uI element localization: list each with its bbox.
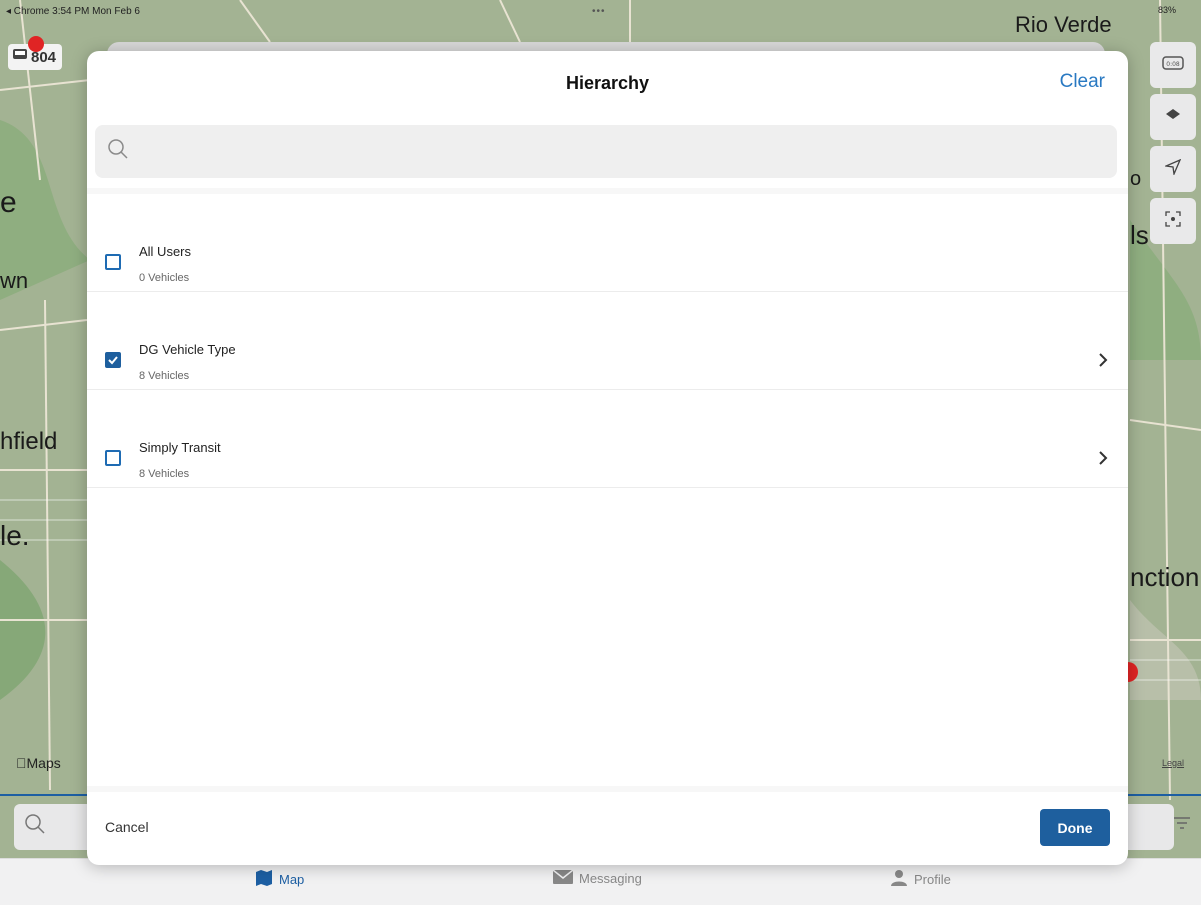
clear-button[interactable]: Clear xyxy=(1060,71,1105,93)
tab-map-label: Map xyxy=(279,872,305,887)
map-label-wn: wn xyxy=(0,268,29,293)
status-time: ◂ Chrome 3:54 PM Mon Feb 6 xyxy=(6,6,140,17)
timer-icon: 0:08 xyxy=(1161,54,1185,77)
search-icon xyxy=(107,138,129,165)
timer-button[interactable]: 0:08 xyxy=(1150,42,1196,88)
item-count: 8 Vehicles xyxy=(139,468,190,480)
checkbox-simply-transit[interactable] xyxy=(105,450,121,466)
list-item[interactable]: DG Vehicle Type 8 Vehicles xyxy=(87,292,1128,390)
alert-dot xyxy=(28,36,44,52)
locate-button[interactable] xyxy=(1150,146,1196,192)
hierarchy-search[interactable] xyxy=(95,125,1117,178)
tab-messaging[interactable]: Messaging xyxy=(552,869,642,887)
map-label-nction: nction xyxy=(1130,562,1200,592)
sheet-title: Hierarchy xyxy=(565,73,650,93)
search-icon xyxy=(24,813,46,840)
location-arrow-icon xyxy=(1163,158,1182,180)
item-count: 8 Vehicles xyxy=(139,370,190,382)
layers-icon xyxy=(1165,107,1181,128)
layers-button[interactable] xyxy=(1150,94,1196,140)
item-name: DG Vehicle Type xyxy=(139,342,236,357)
checkbox-dg-vehicle-type[interactable] xyxy=(105,352,121,368)
item-name: Simply Transit xyxy=(139,440,221,455)
map-icon xyxy=(255,870,273,889)
map-label-o: o xyxy=(1130,168,1142,190)
map-label-le: le. xyxy=(0,520,30,551)
tab-messaging-label: Messaging xyxy=(579,871,642,886)
maps-attribution: Maps xyxy=(16,755,61,771)
map-label-hfield: hfield xyxy=(0,428,58,455)
focus-icon xyxy=(1165,210,1181,232)
filter-icon[interactable] xyxy=(1172,815,1192,836)
hierarchy-sheet: Hierarchy Clear All Users 0 Vehicles DG … xyxy=(87,51,1128,865)
item-name: All Users xyxy=(139,244,192,259)
hierarchy-list: All Users 0 Vehicles DG Vehicle Type 8 V… xyxy=(87,194,1128,488)
person-icon xyxy=(890,870,908,889)
list-item[interactable]: All Users 0 Vehicles xyxy=(87,194,1128,292)
cancel-button[interactable]: Cancel xyxy=(105,819,149,835)
battery-indicator: 83% xyxy=(1158,5,1177,15)
multitask-dots[interactable]: ••• xyxy=(592,6,606,17)
map-label-ls: ls xyxy=(1130,220,1149,250)
divider xyxy=(87,786,1128,792)
map-label-e: e xyxy=(0,186,17,219)
map-label-rio-verde: Rio Verde xyxy=(1015,12,1112,37)
hierarchy-search-input[interactable] xyxy=(137,130,1117,173)
tab-map[interactable]: Map xyxy=(255,870,304,889)
map-controls: 0:08 xyxy=(1150,42,1198,250)
tab-profile-label: Profile xyxy=(914,872,951,887)
chevron-right-icon[interactable] xyxy=(1098,450,1108,471)
legal-link[interactable]: Legal xyxy=(1162,758,1184,768)
chevron-right-icon[interactable] xyxy=(1098,352,1108,373)
checkmark-icon xyxy=(108,356,118,365)
list-item[interactable]: Simply Transit 8 Vehicles xyxy=(87,390,1128,488)
recenter-button[interactable] xyxy=(1150,198,1196,244)
tab-profile[interactable]: Profile xyxy=(890,870,951,889)
checkbox-all-users[interactable] xyxy=(105,254,121,270)
done-button[interactable]: Done xyxy=(1040,809,1110,846)
envelope-icon xyxy=(552,869,574,887)
item-count: 0 Vehicles xyxy=(139,272,190,284)
bus-icon xyxy=(12,48,28,66)
svg-text:0:08: 0:08 xyxy=(1166,61,1180,68)
